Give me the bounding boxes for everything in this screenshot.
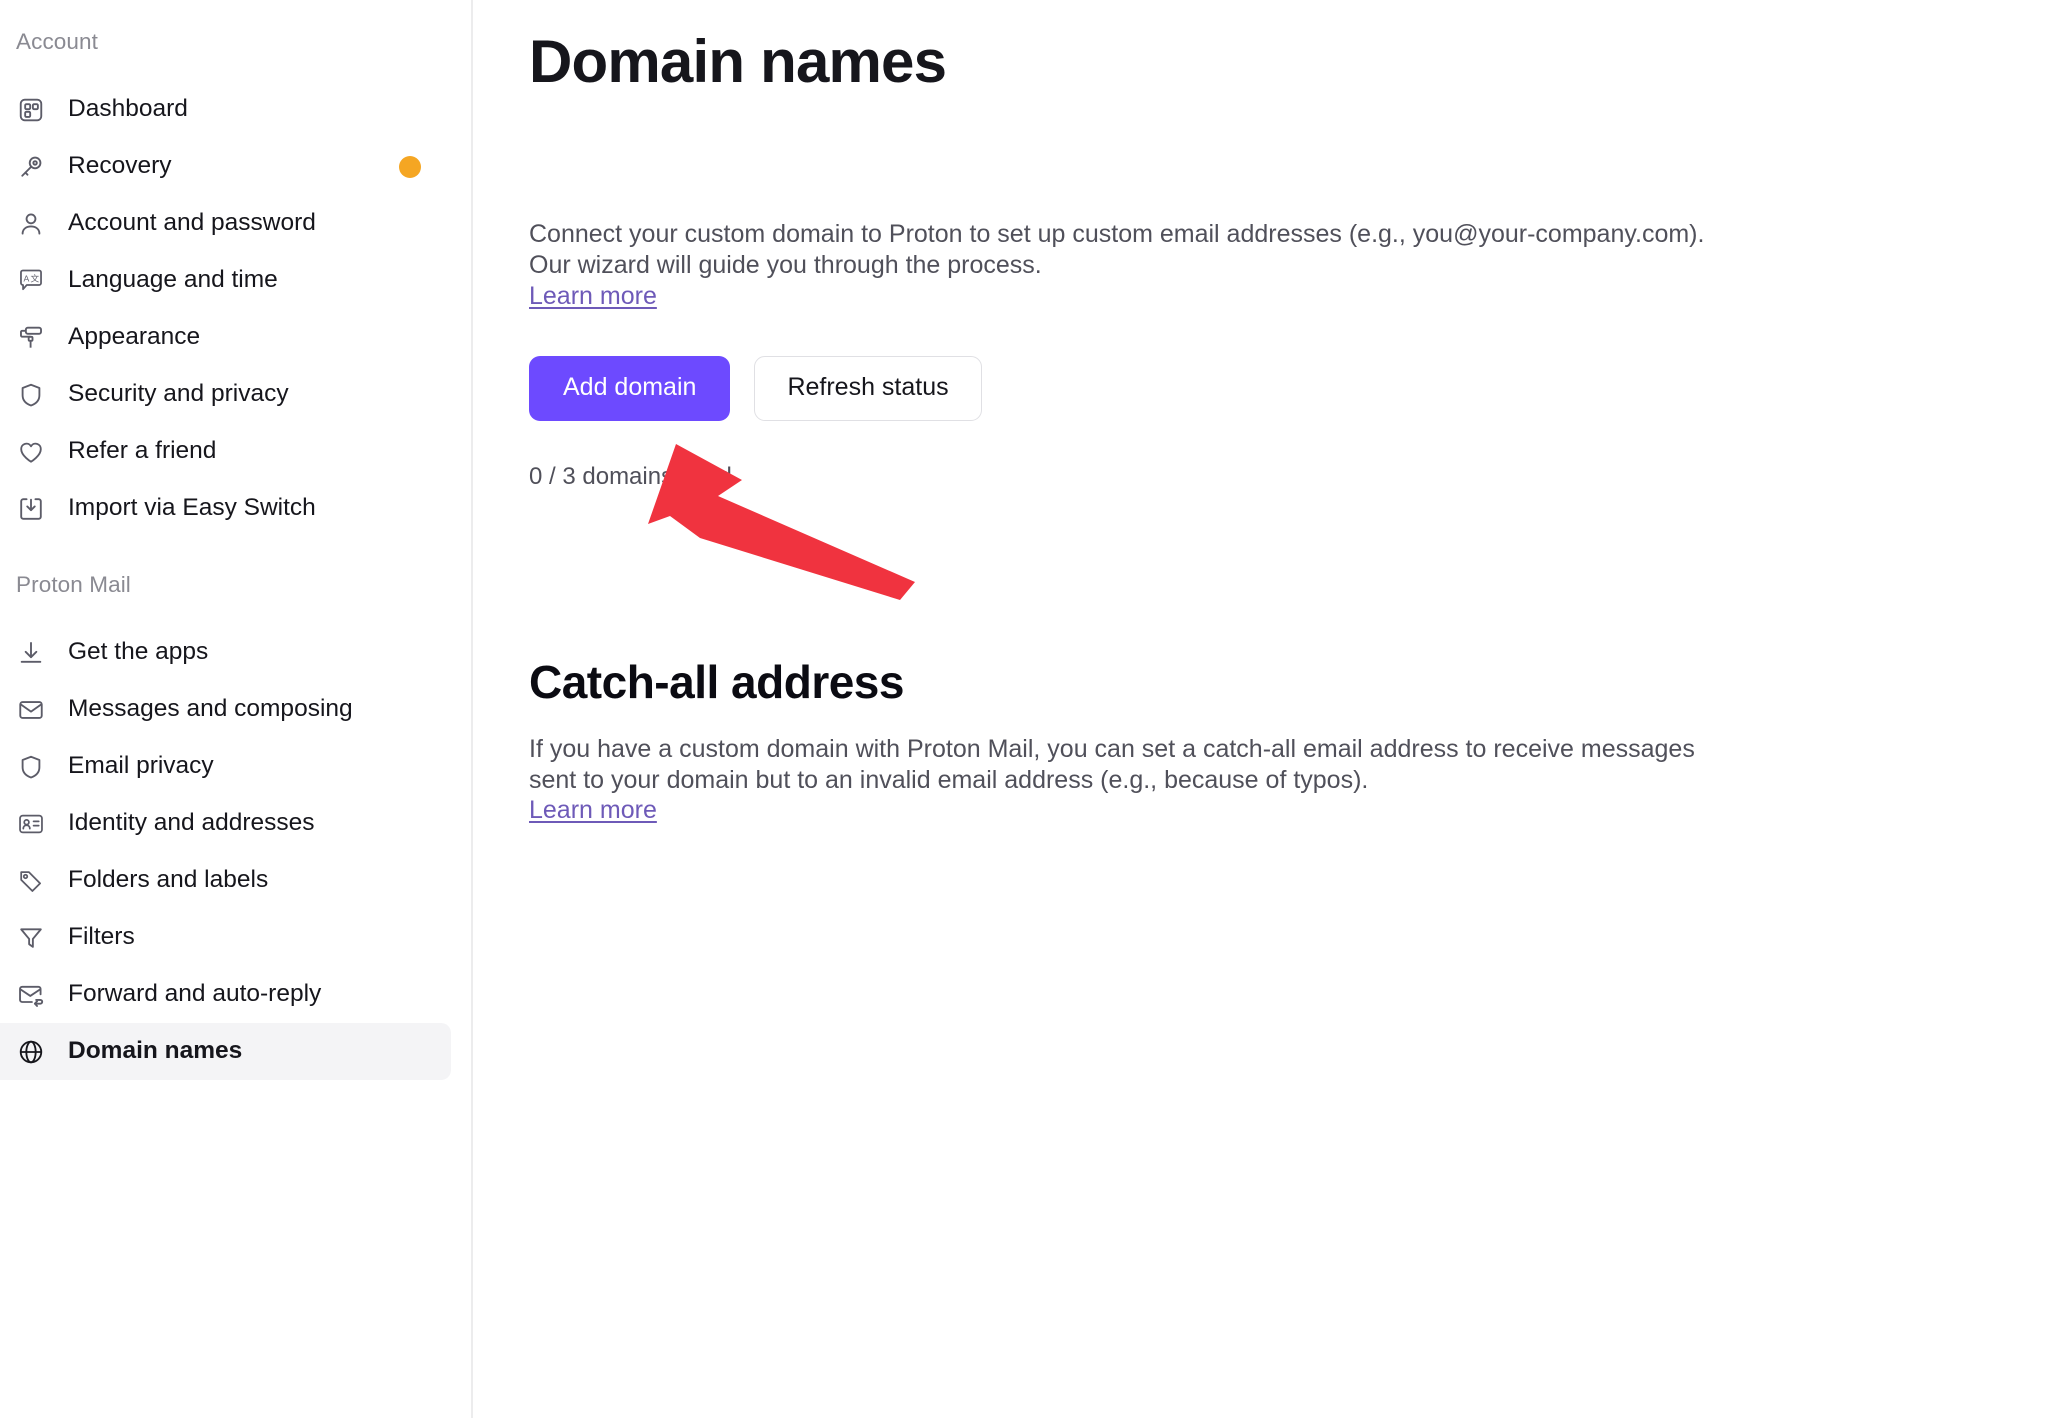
svg-text:A: A (24, 273, 30, 283)
sidebar-item-label: Language and time (68, 266, 278, 294)
envelope-icon (16, 695, 46, 725)
catch-all-section-title: Catch-all address (529, 655, 904, 708)
sidebar-group-label-proton-mail: Proton Mail (16, 572, 131, 597)
sidebar-item-forward-and-auto-reply[interactable]: Forward and auto-reply (0, 966, 451, 1023)
download-icon (16, 638, 46, 668)
sidebar-item-account-and-password[interactable]: Account and password (0, 195, 451, 252)
domain-actions: Add domain Refresh status (529, 355, 2056, 421)
funnel-icon (16, 923, 46, 953)
domains-used-counter: 0 / 3 domains used (529, 462, 732, 490)
envelope-arrow-icon (16, 980, 46, 1010)
recovery-status-badge (399, 155, 421, 178)
sidebar-item-label: Forward and auto-reply (68, 980, 322, 1008)
key-icon (16, 152, 46, 182)
catch-all-paragraph: If you have a custom domain with Proton … (529, 734, 1695, 794)
translate-icon: A 文 (16, 266, 46, 296)
sidebar-item-get-the-apps[interactable]: Get the apps (0, 624, 451, 681)
id-card-icon (16, 809, 46, 839)
sidebar-item-folders-and-labels[interactable]: Folders and labels (0, 852, 451, 909)
sidebar-item-security-and-privacy[interactable]: Security and privacy (0, 366, 451, 423)
page-title: Domain names (529, 28, 947, 95)
catch-all-learn-more-link[interactable]: Learn more (529, 796, 657, 825)
tag-icon (16, 866, 46, 896)
sidebar-item-recovery[interactable]: Recovery (0, 138, 451, 195)
main-content: Domain names Connect your custom domain … (473, 0, 2056, 1418)
paint-roller-icon (16, 323, 46, 353)
dashboard-icon (16, 95, 46, 125)
sidebar-item-label: Dashboard (68, 95, 188, 123)
sidebar: Account Dashboard Recovery Account and p… (0, 0, 473, 1418)
sidebar-item-label: Get the apps (68, 638, 209, 666)
heart-icon (16, 437, 46, 467)
sidebar-item-label: Filters (68, 923, 135, 951)
user-icon (16, 209, 46, 239)
import-icon (16, 494, 46, 524)
domain-intro-paragraph: Connect your custom domain to Proton to … (529, 220, 1705, 280)
sidebar-item-messages-and-composing[interactable]: Messages and composing (0, 681, 451, 738)
sidebar-item-refer-a-friend[interactable]: Refer a friend (0, 423, 451, 480)
sidebar-item-label: Recovery (68, 152, 172, 180)
sidebar-item-label: Appearance (68, 323, 201, 351)
svg-text:文: 文 (31, 272, 40, 283)
sidebar-item-label: Email privacy (68, 752, 214, 780)
sidebar-item-label: Domain names (68, 1037, 243, 1065)
globe-icon (16, 1037, 46, 1067)
sidebar-item-email-privacy[interactable]: Email privacy (0, 738, 451, 795)
domain-learn-more-link[interactable]: Learn more (529, 282, 657, 311)
sidebar-item-label: Import via Easy Switch (68, 494, 316, 522)
add-domain-button[interactable]: Add domain (529, 355, 731, 421)
sidebar-item-dashboard[interactable]: Dashboard (0, 81, 451, 138)
sidebar-item-appearance[interactable]: Appearance (0, 309, 451, 366)
sidebar-item-label: Messages and composing (68, 695, 353, 723)
sidebar-item-label: Security and privacy (68, 380, 289, 408)
sidebar-group-label-account: Account (16, 29, 98, 54)
sidebar-item-import-via-easy-switch[interactable]: Import via Easy Switch (0, 480, 451, 537)
shield-icon (16, 752, 46, 782)
sidebar-item-label: Identity and addresses (68, 809, 315, 837)
settings-page: Account Dashboard Recovery Account and p… (0, 0, 2056, 1418)
sidebar-item-label: Refer a friend (68, 437, 217, 465)
sidebar-item-filters[interactable]: Filters (0, 909, 451, 966)
sidebar-item-identity-and-addresses[interactable]: Identity and addresses (0, 795, 451, 852)
sidebar-item-domain-names[interactable]: Domain names (0, 1023, 451, 1080)
sidebar-item-label: Folders and labels (68, 866, 269, 894)
shield-icon (16, 380, 46, 410)
sidebar-item-language-and-time[interactable]: A 文 Language and time (0, 252, 451, 309)
refresh-status-button[interactable]: Refresh status (754, 355, 982, 421)
sidebar-item-label: Account and password (68, 209, 316, 237)
